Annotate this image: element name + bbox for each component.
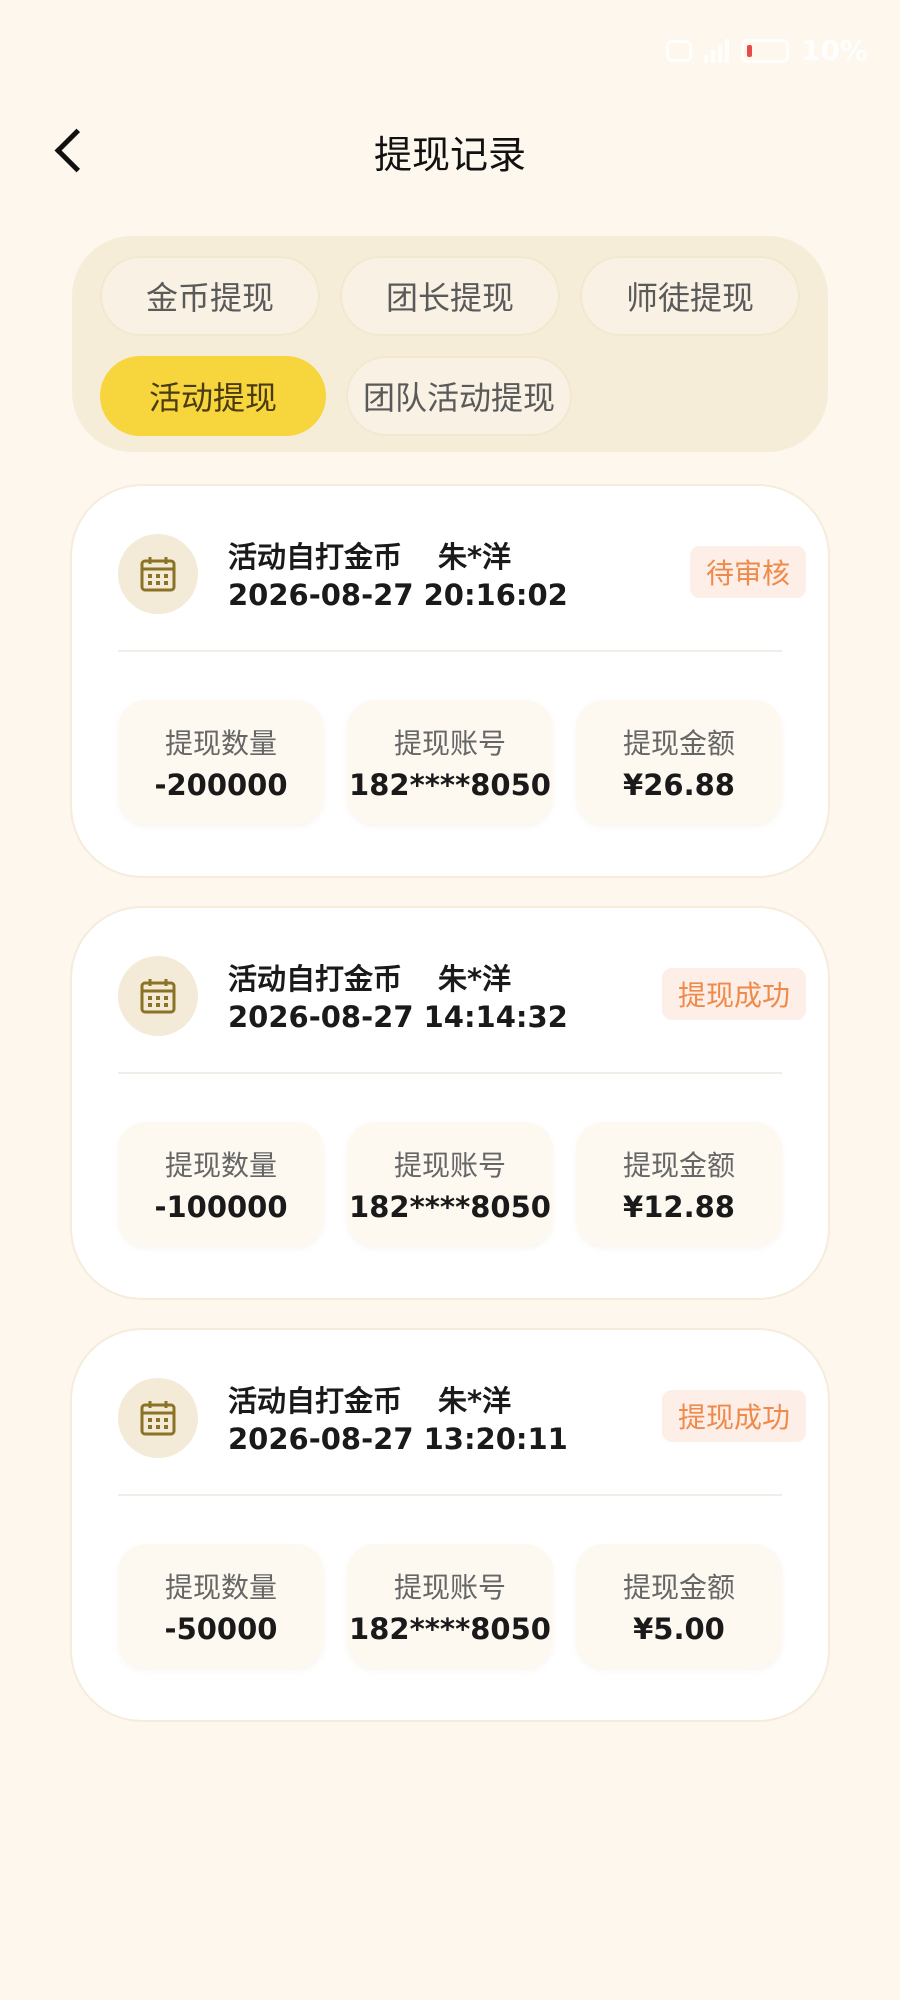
record-title: 活动自打金币 朱*洋 <box>228 956 511 998</box>
record-time: 2026-08-27 20:16:02 <box>228 578 568 612</box>
stat-account: 提现账号 182****8050 <box>347 1544 553 1668</box>
tab-panel: 金币提现 团长提现 师徒提现 活动提现 团队活动提现 <box>72 236 828 452</box>
stat-account: 提现账号 182****8050 <box>347 700 553 824</box>
stat-quantity: 提现数量 -200000 <box>118 700 324 824</box>
tab-mentor-withdrawal[interactable]: 师徒提现 <box>580 256 800 336</box>
stat-label: 提现金额 <box>622 1571 735 1604</box>
stat-value: 182****8050 <box>349 1190 551 1224</box>
status-badge: 提现成功 <box>661 968 806 1020</box>
calendar-badge <box>118 534 198 614</box>
battery-level: 10% <box>800 34 868 67</box>
status-bar: 10% <box>665 34 868 67</box>
tab-activity-withdrawal[interactable]: 活动提现 <box>100 356 326 436</box>
stat-value: ¥12.88 <box>623 1190 735 1224</box>
record-user-name: 朱*洋 <box>438 540 512 574</box>
record-type: 活动自打金币 <box>228 962 403 996</box>
stat-account: 提现账号 182****8050 <box>347 1122 553 1246</box>
stat-label: 提现账号 <box>393 727 506 760</box>
stat-value: 182****8050 <box>349 1612 551 1646</box>
battery-icon <box>740 38 789 63</box>
divider <box>118 1494 782 1496</box>
tab-leader-withdrawal[interactable]: 团长提现 <box>340 256 560 336</box>
stat-label: 提现账号 <box>393 1571 506 1604</box>
stat-value: -200000 <box>154 768 288 802</box>
stat-value: -50000 <box>164 1612 278 1646</box>
header: 提现记录 <box>0 110 900 190</box>
record-time: 2026-08-27 13:20:11 <box>228 1422 568 1456</box>
record-user-name: 朱*洋 <box>438 1384 512 1418</box>
calendar-badge <box>118 1378 198 1458</box>
stat-quantity: 提现数量 -50000 <box>118 1544 324 1668</box>
record-title: 活动自打金币 朱*洋 <box>228 534 511 576</box>
page-title: 提现记录 <box>373 133 526 177</box>
divider <box>118 650 782 652</box>
stat-label: 提现数量 <box>164 1149 277 1182</box>
stat-value: -100000 <box>154 1190 288 1224</box>
stat-amount: 提现金额 ¥5.00 <box>576 1544 782 1668</box>
status-badge: 待审核 <box>689 546 806 598</box>
stat-label: 提现金额 <box>622 727 735 760</box>
calendar-badge <box>118 956 198 1036</box>
status-badge: 提现成功 <box>661 1390 806 1442</box>
stat-quantity: 提现数量 -100000 <box>118 1122 324 1246</box>
record-card: 活动自打金币 朱*洋 2026-08-27 14:14:32 提现成功 提现数量 … <box>72 908 828 1298</box>
record-type: 活动自打金币 <box>228 1384 403 1418</box>
signal-icon <box>703 38 729 63</box>
stat-value: ¥26.88 <box>623 768 735 802</box>
stat-amount: 提现金额 ¥26.88 <box>576 700 782 824</box>
notification-icon <box>665 39 692 62</box>
tab-team-activity-withdrawal[interactable]: 团队活动提现 <box>346 356 572 436</box>
stat-label: 提现金额 <box>622 1149 735 1182</box>
record-card: 活动自打金币 朱*洋 2026-08-27 13:20:11 提现成功 提现数量 … <box>72 1330 828 1720</box>
stat-amount: 提现金额 ¥12.88 <box>576 1122 782 1246</box>
record-card: 活动自打金币 朱*洋 2026-08-27 20:16:02 待审核 提现数量 -… <box>72 486 828 876</box>
stat-value: ¥5.00 <box>633 1612 725 1646</box>
stat-label: 提现数量 <box>164 727 277 760</box>
stat-label: 提现账号 <box>393 1149 506 1182</box>
stat-label: 提现数量 <box>164 1571 277 1604</box>
stat-value: 182****8050 <box>349 768 551 802</box>
calendar-icon <box>140 557 176 592</box>
record-type: 活动自打金币 <box>228 540 403 574</box>
record-title: 活动自打金币 朱*洋 <box>228 1378 511 1420</box>
calendar-icon <box>140 1401 176 1436</box>
record-user-name: 朱*洋 <box>438 962 512 996</box>
record-time: 2026-08-27 14:14:32 <box>228 1000 568 1034</box>
divider <box>118 1072 782 1074</box>
tab-coin-withdrawal[interactable]: 金币提现 <box>100 256 320 336</box>
calendar-icon <box>140 979 176 1014</box>
